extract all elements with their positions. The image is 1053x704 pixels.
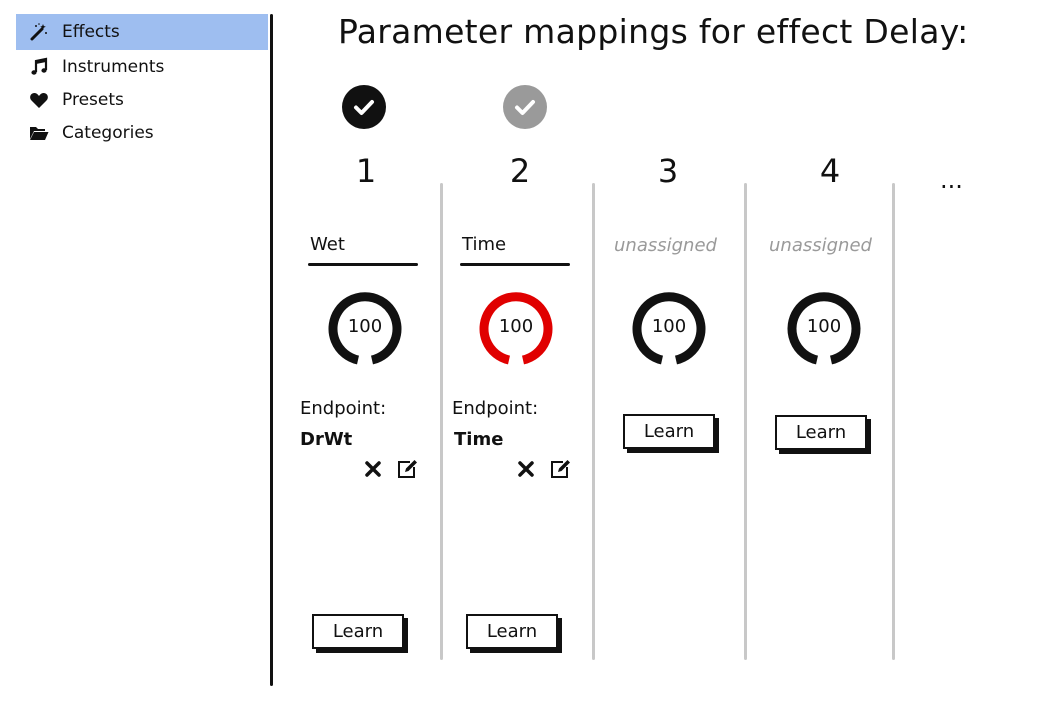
column-divider [592,183,595,660]
param-name-underline [308,263,418,266]
endpoint-label: Endpoint: [452,398,539,419]
knob-value: 100 [498,316,534,337]
sidebar-item-effects[interactable]: Effects [16,14,268,50]
sidebar-item-presets[interactable]: Presets [16,83,268,116]
param-name-field[interactable]: Time [462,234,506,255]
sidebar-item-label: Presets [62,89,124,110]
sidebar: Effects Instruments Presets Categories [16,14,268,149]
column-number: 1 [355,152,377,190]
learn-button[interactable]: Learn [466,614,558,649]
page-title: Parameter mappings for effect Delay: [338,12,969,51]
endpoint-value: Time [454,429,504,450]
column-divider [892,183,895,660]
column-divider [744,183,747,660]
check-circle-icon [503,85,547,129]
param-name-field[interactable]: Wet [310,234,345,255]
sidebar-item-categories[interactable]: Categories [16,116,268,149]
param-unassigned-label: unassigned [614,235,717,256]
remove-icon[interactable] [515,458,537,480]
magic-wand-icon [28,21,50,43]
learn-button[interactable]: Learn [312,614,404,649]
knob-value: 100 [347,316,383,337]
learn-button[interactable]: Learn [623,414,715,449]
sidebar-divider [270,14,273,686]
endpoint-value: DrWt [300,429,353,450]
learn-button[interactable]: Learn [775,415,867,450]
column-number: 4 [819,152,841,190]
remove-icon[interactable] [362,458,384,480]
column-number: 2 [509,152,531,190]
sidebar-item-label: Instruments [62,56,165,77]
folder-open-icon [28,122,50,144]
more-columns-indicator: ... [940,166,963,194]
edit-icon[interactable] [396,458,418,480]
edit-icon[interactable] [549,458,571,480]
column-number: 3 [657,152,679,190]
check-circle-icon [342,85,386,129]
sidebar-item-label: Effects [62,22,120,42]
sidebar-item-label: Categories [62,122,154,143]
knob-value: 100 [806,316,842,337]
sidebar-item-instruments[interactable]: Instruments [16,50,268,83]
param-unassigned-label: unassigned [769,235,872,256]
param-name-underline [460,263,570,266]
heart-icon [28,89,50,111]
music-note-icon [28,56,50,78]
column-divider [440,183,443,660]
endpoint-label: Endpoint: [300,398,387,419]
knob-value: 100 [651,316,687,337]
